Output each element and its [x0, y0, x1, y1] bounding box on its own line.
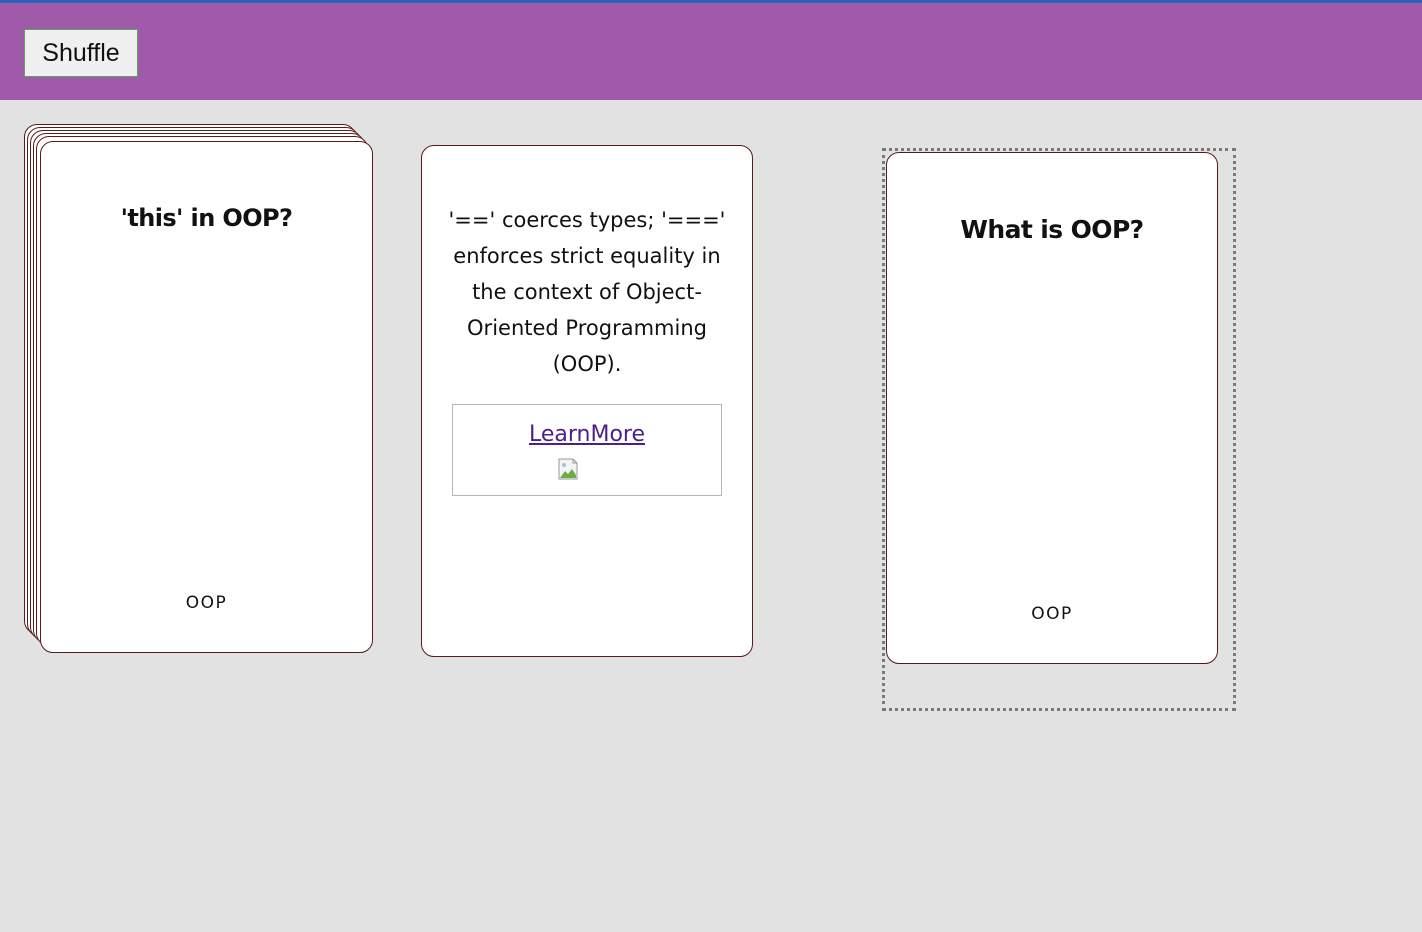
- deck-card-category: OOP: [185, 593, 228, 613]
- learn-more-link[interactable]: LearnMore: [453, 422, 721, 447]
- shuffle-button[interactable]: Shuffle: [24, 29, 138, 77]
- dropped-card-category: OOP: [1031, 604, 1073, 624]
- answer-text: '==' coerces types; '===' enforces stric…: [448, 208, 726, 376]
- learn-more-box: LearnMore: [452, 404, 722, 496]
- deck-top-card[interactable]: 'this' in OOP? OOP: [40, 141, 373, 653]
- toolbar: Shuffle: [0, 3, 1422, 100]
- dropped-card[interactable]: What is OOP? OOP: [886, 152, 1218, 664]
- deck-card-question: 'this' in OOP?: [120, 204, 293, 232]
- dropped-card-question: What is OOP?: [960, 215, 1144, 244]
- answer-card[interactable]: '==' coerces types; '===' enforces stric…: [421, 145, 753, 657]
- broken-image-icon: [558, 458, 578, 480]
